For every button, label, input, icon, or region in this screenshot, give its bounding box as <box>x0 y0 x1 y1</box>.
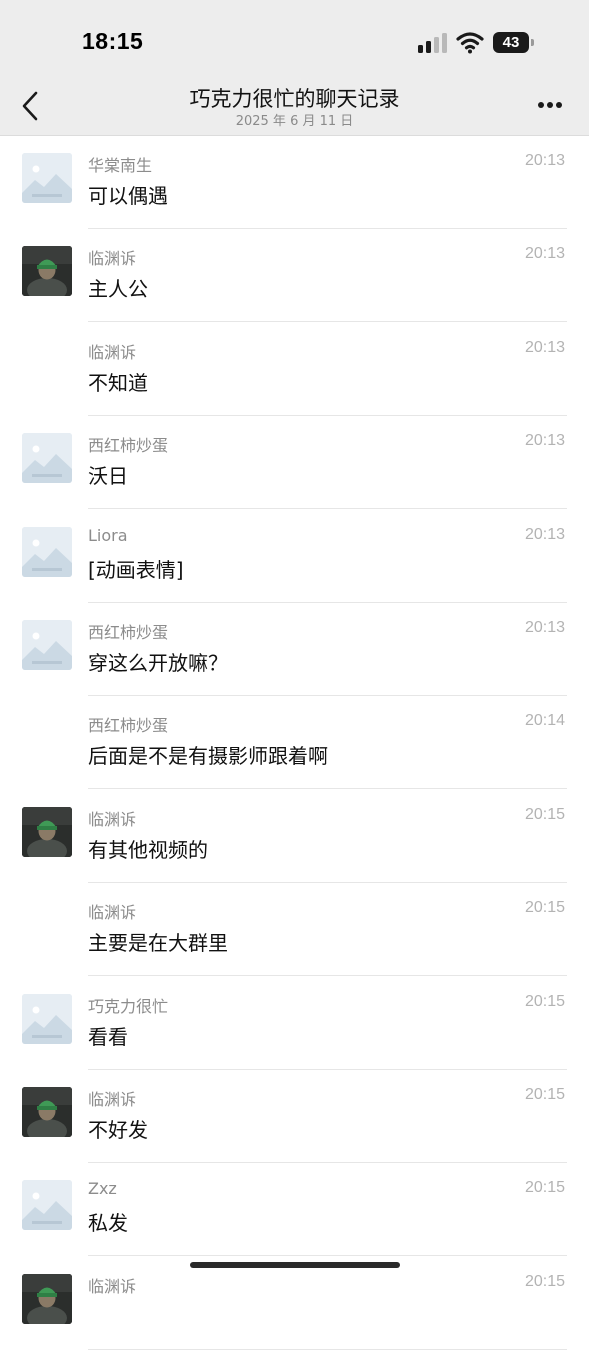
avatar[interactable] <box>22 526 72 577</box>
avatar[interactable] <box>22 1273 72 1324</box>
avatar[interactable] <box>22 153 72 203</box>
avatar-photo <box>22 1087 72 1137</box>
message-text: 沃日 <box>88 464 128 489</box>
sender-name: 临渊诉 <box>88 342 137 362</box>
message-item[interactable]: 巧克力很忙 20:15 看看 <box>0 977 589 1070</box>
message-time: 20:13 <box>524 619 565 636</box>
message-time: 20:13 <box>524 432 565 450</box>
avatar[interactable] <box>22 1180 72 1231</box>
sender-name: 华棠南生 <box>88 156 153 175</box>
sender-name: 临渊诉 <box>88 809 137 829</box>
more-dot <box>556 102 562 108</box>
message-item[interactable]: 临渊诉 20:15 主要是在大群里 <box>0 883 589 977</box>
page-title: 巧克力很忙的聊天记录 <box>189 87 400 111</box>
more-dot <box>547 102 553 108</box>
message-item[interactable]: 临渊诉 20:15 有其他视频的 <box>0 790 589 883</box>
more-horizontal-icon <box>538 102 544 108</box>
battery-cap <box>531 39 534 46</box>
avatar-photo <box>22 246 72 297</box>
image-placeholder-icon <box>22 153 72 203</box>
message-item[interactable]: 临渊诉 20:15 <box>0 1257 589 1350</box>
message-item[interactable]: 临渊诉 20:13 主人公 <box>0 229 589 323</box>
message-text: 主人公 <box>88 277 148 302</box>
message-text: 后面是不是有摄影师跟着啊 <box>88 744 328 769</box>
sender-name: 西红柿炒蛋 <box>88 436 169 456</box>
message-item[interactable]: 临渊诉 20:13 不知道 <box>0 323 589 416</box>
message-text: 主要是在大群里 <box>88 931 228 956</box>
avatar[interactable] <box>22 620 72 670</box>
status-bar-time: 18:15 <box>82 28 144 54</box>
message-item[interactable]: 华棠南生 20:13 可以偶遇 <box>0 136 589 229</box>
message-text: 看看 <box>88 1024 128 1049</box>
sender-name: 西红柿炒蛋 <box>88 623 169 642</box>
image-placeholder-icon <box>22 1180 72 1231</box>
navigation-header: 18:15 43 巧克力很忙的聊天记录 2025 年 6 月 11 日 <box>0 0 589 136</box>
message-text: 不好发 <box>88 1118 148 1142</box>
message-text: 有其他视频的 <box>88 837 208 862</box>
signal-bar <box>418 45 423 53</box>
message-item[interactable]: 临渊诉 20:15 不好发 <box>0 1070 589 1163</box>
signal-bar <box>426 41 431 53</box>
sender-name: 临渊诉 <box>88 249 137 269</box>
image-placeholder-icon <box>22 620 72 670</box>
message-time: 20:15 <box>524 899 565 917</box>
message-time: 20:15 <box>524 1272 565 1290</box>
message-time: 20:15 <box>524 992 565 1010</box>
message-time: 20:13 <box>524 525 565 543</box>
message-item[interactable]: 西红柿炒蛋 20:13 穿这么开放嘛？ <box>0 603 589 696</box>
chevron-left-icon <box>22 91 38 121</box>
sender-name: 西红柿炒蛋 <box>88 716 169 736</box>
avatar-photo <box>22 806 72 857</box>
image-placeholder-icon <box>22 433 72 484</box>
message-time: 20:13 <box>524 152 565 169</box>
cellular-signal-icon <box>418 33 448 53</box>
message-text: [动画表情] <box>88 557 184 582</box>
sender-name: Liora <box>88 525 128 545</box>
back-button[interactable] <box>14 86 48 126</box>
avatar[interactable] <box>22 1087 72 1137</box>
message-time: 20:15 <box>524 1179 565 1197</box>
image-placeholder-icon <box>22 526 72 577</box>
message-item[interactable]: 西红柿炒蛋 20:13 沃日 <box>0 416 589 510</box>
message-item[interactable]: Zxz 20:15 私发 <box>0 1163 589 1257</box>
message-item[interactable]: Liora 20:13 [动画表情] <box>0 510 589 603</box>
sender-name: 临渊诉 <box>88 903 137 923</box>
more-button[interactable] <box>530 90 570 120</box>
battery-icon: 43 <box>493 32 529 53</box>
sender-name: 临渊诉 <box>88 1090 137 1109</box>
sender-name: 临渊诉 <box>88 1276 137 1296</box>
sender-name: Zxz <box>88 1179 117 1199</box>
message-text: 穿这么开放嘛？ <box>88 651 228 675</box>
image-placeholder-icon <box>22 993 72 1044</box>
avatar[interactable] <box>22 246 72 297</box>
battery-level: 43 <box>502 34 520 51</box>
home-indicator <box>190 1262 400 1268</box>
message-time: 20:13 <box>524 338 565 356</box>
avatar-photo <box>22 1273 72 1324</box>
message-time: 20:13 <box>524 245 565 263</box>
message-time: 20:15 <box>524 1086 565 1103</box>
wifi-icon <box>456 32 484 54</box>
signal-bar <box>434 37 439 53</box>
message-text: 私发 <box>88 1211 128 1236</box>
message-item[interactable]: 西红柿炒蛋 20:14 后面是不是有摄影师跟着啊 <box>0 696 589 790</box>
avatar[interactable] <box>22 806 72 857</box>
message-time: 20:15 <box>524 805 565 823</box>
chat-date: 2025 年 6 月 11 日 <box>235 114 354 129</box>
signal-bar <box>442 33 447 53</box>
message-text: 可以偶遇 <box>88 184 168 208</box>
sender-name: 巧克力很忙 <box>88 996 169 1016</box>
avatar[interactable] <box>22 433 72 484</box>
avatar[interactable] <box>22 993 72 1044</box>
message-text: 不知道 <box>88 370 148 395</box>
message-time: 20:14 <box>524 712 565 730</box>
